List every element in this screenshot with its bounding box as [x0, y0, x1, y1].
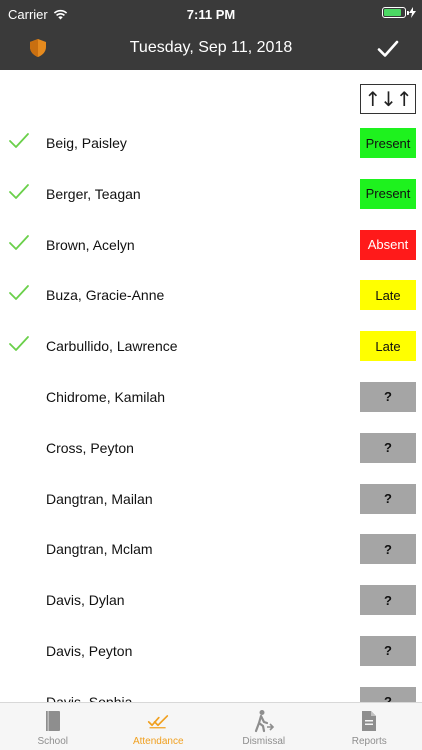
- student-name: Buza, Gracie-Anne: [46, 287, 165, 304]
- checkmark-icon: [9, 285, 29, 301]
- student-name: Dangtran, Mailan: [46, 490, 153, 507]
- student-row[interactable]: Berger, Teagan Present: [0, 169, 422, 220]
- attendance-status-button[interactable]: ?: [360, 381, 416, 412]
- attendance-status-button[interactable]: ?: [360, 635, 416, 666]
- tab-dismissal[interactable]: Dismissal: [211, 703, 317, 750]
- student-name: Carbullido, Lawrence: [46, 338, 178, 355]
- tab-bar: School Attendance Dismissal Reports: [0, 702, 422, 750]
- status-bar: Carrier 7:11 PM: [0, 0, 422, 28]
- student-row[interactable]: Carbullido, Lawrence Late: [0, 321, 422, 372]
- book-icon: [45, 711, 60, 731]
- attendance-status-button[interactable]: Present: [360, 178, 416, 209]
- student-row[interactable]: Buza, Gracie-Anne Late: [0, 270, 422, 321]
- student-name: Cross, Peyton: [46, 439, 134, 456]
- battery-cap: [407, 11, 409, 15]
- checkmark-icon: [9, 133, 29, 148]
- student-row[interactable]: Dangtran, Mailan?: [0, 474, 422, 525]
- student-name: Chidrome, Kamilah: [46, 388, 166, 405]
- tab-label-attendance: Attendance: [132, 736, 184, 747]
- attendance-status-button[interactable]: ?: [360, 432, 416, 463]
- sort-toggle-button[interactable]: ↑↓↑: [360, 84, 416, 114]
- tab-label-dismissal: Dismissal: [242, 736, 286, 747]
- battery-fill: [384, 9, 401, 16]
- student-row[interactable]: Davis, Peyton?: [0, 626, 422, 677]
- tab-attendance[interactable]: Attendance: [106, 703, 212, 750]
- attendance-status-button[interactable]: ?: [360, 686, 416, 702]
- student-row[interactable]: Chidrome, Kamilah?: [0, 372, 422, 423]
- tab-school[interactable]: School: [0, 703, 106, 750]
- student-row[interactable]: Dangtran, Mclam?: [0, 524, 422, 575]
- attendance-status-button[interactable]: Absent: [360, 229, 416, 260]
- student-row[interactable]: Cross, Peyton?: [0, 423, 422, 474]
- attendance-status-button[interactable]: ?: [360, 483, 416, 514]
- student-name: Dangtran, Mclam: [46, 541, 153, 558]
- attendance-status-button[interactable]: Late: [360, 331, 416, 362]
- student-name: Davis, Peyton: [46, 642, 133, 659]
- charging-bolt-icon: [409, 7, 416, 18]
- student-row[interactable]: Davis, Dylan?: [0, 575, 422, 626]
- attendance-status-button[interactable]: Late: [360, 280, 416, 311]
- attendance-status-button[interactable]: ?: [360, 585, 416, 616]
- checkmark-icon: [9, 183, 29, 199]
- student-row[interactable]: Brown, Acelyn Absent: [0, 220, 422, 271]
- student-name: Berger, Teagan: [46, 185, 141, 202]
- student-row[interactable]: Davis, Sophia?: [0, 677, 422, 702]
- done-checkmark-icon[interactable]: [376, 37, 400, 61]
- student-name: Davis, Sophia: [46, 693, 133, 702]
- tab-reports[interactable]: Reports: [317, 703, 422, 750]
- attendance-status-button[interactable]: ?: [360, 534, 416, 565]
- double-check-icon: [148, 715, 169, 729]
- nav-bar: Tuesday, Sep 11, 2018: [0, 28, 422, 70]
- document-icon: [362, 711, 377, 731]
- status-bar-right: [382, 7, 416, 18]
- page-title: Tuesday, Sep 11, 2018: [129, 39, 293, 56]
- checkmark-icon: [9, 234, 29, 250]
- status-time: 7:11 PM: [186, 7, 236, 22]
- tab-label-school: School: [37, 736, 69, 747]
- battery-icon: [382, 7, 409, 18]
- student-name: Brown, Acelyn: [46, 236, 135, 253]
- tab-label-reports: Reports: [351, 736, 387, 747]
- person-walking-icon: [254, 710, 274, 733]
- student-list: Beig, Paisley Present Berger, Teagan Presen…: [0, 118, 422, 702]
- attendance-status-button[interactable]: Present: [360, 128, 416, 158]
- checkmark-icon: [9, 336, 29, 352]
- student-name: Beig, Paisley: [46, 135, 127, 151]
- student-row[interactable]: Beig, Paisley Present: [0, 118, 422, 169]
- student-name: Davis, Dylan: [46, 592, 125, 609]
